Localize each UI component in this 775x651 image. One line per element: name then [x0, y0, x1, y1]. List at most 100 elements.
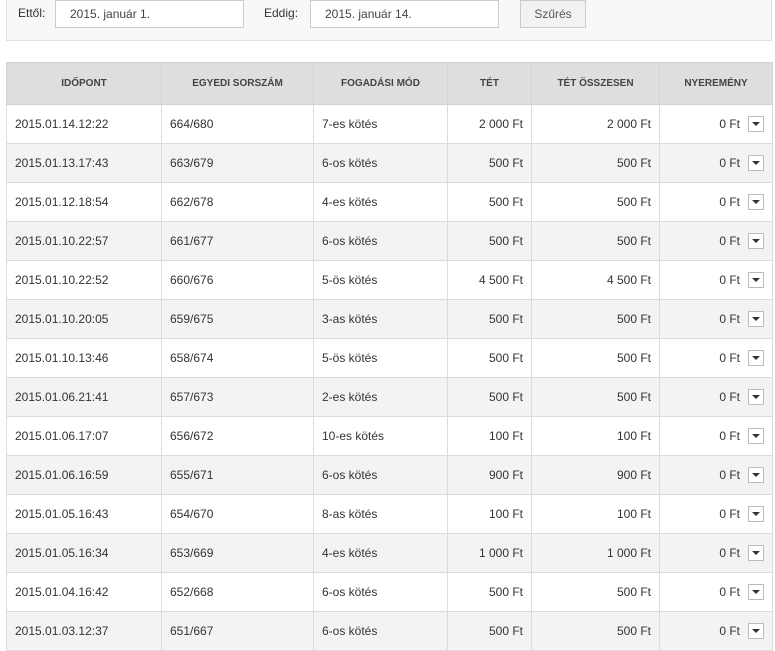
winnings-value: 0 Ft [719, 117, 740, 131]
cell-total-stake: 4 500 Ft [531, 260, 660, 300]
table-body: 2015.01.14.12:22 664/680 7-es kötés 2 000 F… [6, 104, 773, 651]
cell-winnings: 0 Ft [659, 455, 773, 495]
table-header-row: IDŐPONT EGYEDI SORSZÁM FOGADÁSI MÓD TÉT … [6, 62, 773, 105]
cell-winnings: 0 Ft [659, 104, 773, 144]
cell-serial: 653/669 [161, 533, 314, 573]
winnings-wrapper: 0 Ft [719, 467, 764, 483]
cell-bet-type: 7-es kötés [313, 104, 448, 144]
cell-winnings: 0 Ft [659, 260, 773, 300]
chevron-down-icon[interactable] [748, 116, 764, 132]
winnings-value: 0 Ft [719, 273, 740, 287]
cell-stake: 500 Ft [447, 182, 532, 222]
to-label: Eddig: [264, 6, 299, 20]
cell-bet-type: 6-os kötés [313, 455, 448, 495]
cell-winnings: 0 Ft [659, 299, 773, 339]
winnings-wrapper: 0 Ft [719, 311, 764, 327]
cell-bet-type: 6-os kötés [313, 611, 448, 651]
column-header-winnings[interactable]: NYEREMÉNY [659, 62, 773, 105]
cell-winnings: 0 Ft [659, 611, 773, 651]
cell-time: 2015.01.10.20:05 [6, 299, 162, 339]
from-date-input[interactable] [55, 0, 244, 28]
cell-total-stake: 500 Ft [531, 299, 660, 339]
winnings-wrapper: 0 Ft [719, 428, 764, 444]
chevron-down-icon[interactable] [748, 545, 764, 561]
winnings-value: 0 Ft [719, 351, 740, 365]
cell-serial: 654/670 [161, 494, 314, 534]
cell-winnings: 0 Ft [659, 338, 773, 378]
cell-time: 2015.01.06.16:59 [6, 455, 162, 495]
chevron-down-icon[interactable] [748, 467, 764, 483]
cell-bet-type: 5-ös kötés [313, 338, 448, 378]
chevron-down-icon[interactable] [748, 272, 764, 288]
cell-bet-type: 6-os kötés [313, 221, 448, 261]
cell-stake: 4 500 Ft [447, 260, 532, 300]
cell-stake: 500 Ft [447, 572, 532, 612]
cell-winnings: 0 Ft [659, 494, 773, 534]
winnings-value: 0 Ft [719, 156, 740, 170]
chevron-down-icon[interactable] [748, 506, 764, 522]
chevron-down-icon[interactable] [748, 389, 764, 405]
cell-time: 2015.01.06.17:07 [6, 416, 162, 456]
winnings-wrapper: 0 Ft [719, 350, 764, 366]
cell-total-stake: 1 000 Ft [531, 533, 660, 573]
cell-winnings: 0 Ft [659, 182, 773, 222]
table-row: 2015.01.05.16:34 653/669 4-es kötés 1 000 F… [6, 533, 773, 573]
winnings-wrapper: 0 Ft [719, 389, 764, 405]
cell-time: 2015.01.10.22:57 [6, 221, 162, 261]
chevron-down-icon[interactable] [748, 311, 764, 327]
table-row: 2015.01.10.20:05 659/675 3-as kötés 500 Ft 5… [6, 299, 773, 339]
cell-serial: 662/678 [161, 182, 314, 222]
to-date-input[interactable] [310, 0, 499, 28]
winnings-value: 0 Ft [719, 546, 740, 560]
chevron-down-icon[interactable] [748, 233, 764, 249]
table-row: 2015.01.06.16:59 655/671 6-os kötés 900 Ft 9… [6, 455, 773, 495]
winnings-value: 0 Ft [719, 234, 740, 248]
chevron-down-icon[interactable] [748, 155, 764, 171]
cell-time: 2015.01.03.12:37 [6, 611, 162, 651]
cell-serial: 659/675 [161, 299, 314, 339]
cell-bet-type: 5-ös kötés [313, 260, 448, 300]
winnings-wrapper: 0 Ft [719, 116, 764, 132]
chevron-down-icon[interactable] [748, 584, 764, 600]
cell-stake: 500 Ft [447, 611, 532, 651]
winnings-value: 0 Ft [719, 195, 740, 209]
winnings-wrapper: 0 Ft [719, 506, 764, 522]
cell-time: 2015.01.14.12:22 [6, 104, 162, 144]
column-header-total-stake[interactable]: TÉT ÖSSZESEN [531, 62, 660, 105]
filter-bar: Ettől: Eddig: Szűrés [6, 0, 772, 41]
cell-bet-type: 4-es kötés [313, 533, 448, 573]
cell-stake: 500 Ft [447, 221, 532, 261]
table-row: 2015.01.03.12:37 651/667 6-os kötés 500 Ft 5… [6, 611, 773, 651]
cell-total-stake: 500 Ft [531, 572, 660, 612]
winnings-wrapper: 0 Ft [719, 623, 764, 639]
cell-serial: 655/671 [161, 455, 314, 495]
cell-total-stake: 500 Ft [531, 611, 660, 651]
cell-serial: 661/677 [161, 221, 314, 261]
chevron-down-icon[interactable] [748, 350, 764, 366]
cell-total-stake: 500 Ft [531, 221, 660, 261]
table-row: 2015.01.10.13:46 658/674 5-ös kötés 500 Ft 5… [6, 338, 773, 378]
filter-button[interactable]: Szűrés [520, 0, 586, 28]
chevron-down-icon[interactable] [748, 194, 764, 210]
cell-serial: 652/668 [161, 572, 314, 612]
bet-history-table: IDŐPONT EGYEDI SORSZÁM FOGADÁSI MÓD TÉT … [6, 62, 773, 651]
cell-time: 2015.01.05.16:43 [6, 494, 162, 534]
column-header-bet-type[interactable]: FOGADÁSI MÓD [313, 62, 448, 105]
cell-bet-type: 2-es kötés [313, 377, 448, 417]
column-header-serial[interactable]: EGYEDI SORSZÁM [161, 62, 314, 105]
cell-time: 2015.01.05.16:34 [6, 533, 162, 573]
winnings-value: 0 Ft [719, 312, 740, 326]
column-header-stake[interactable]: TÉT [447, 62, 532, 105]
cell-serial: 656/672 [161, 416, 314, 456]
chevron-down-icon[interactable] [748, 428, 764, 444]
cell-total-stake: 500 Ft [531, 338, 660, 378]
winnings-value: 0 Ft [719, 507, 740, 521]
column-header-time[interactable]: IDŐPONT [6, 62, 162, 105]
cell-bet-type: 4-es kötés [313, 182, 448, 222]
winnings-wrapper: 0 Ft [719, 194, 764, 210]
winnings-value: 0 Ft [719, 429, 740, 443]
winnings-value: 0 Ft [719, 390, 740, 404]
cell-stake: 100 Ft [447, 416, 532, 456]
table-row: 2015.01.14.12:22 664/680 7-es kötés 2 000 F… [6, 104, 773, 144]
chevron-down-icon[interactable] [748, 623, 764, 639]
